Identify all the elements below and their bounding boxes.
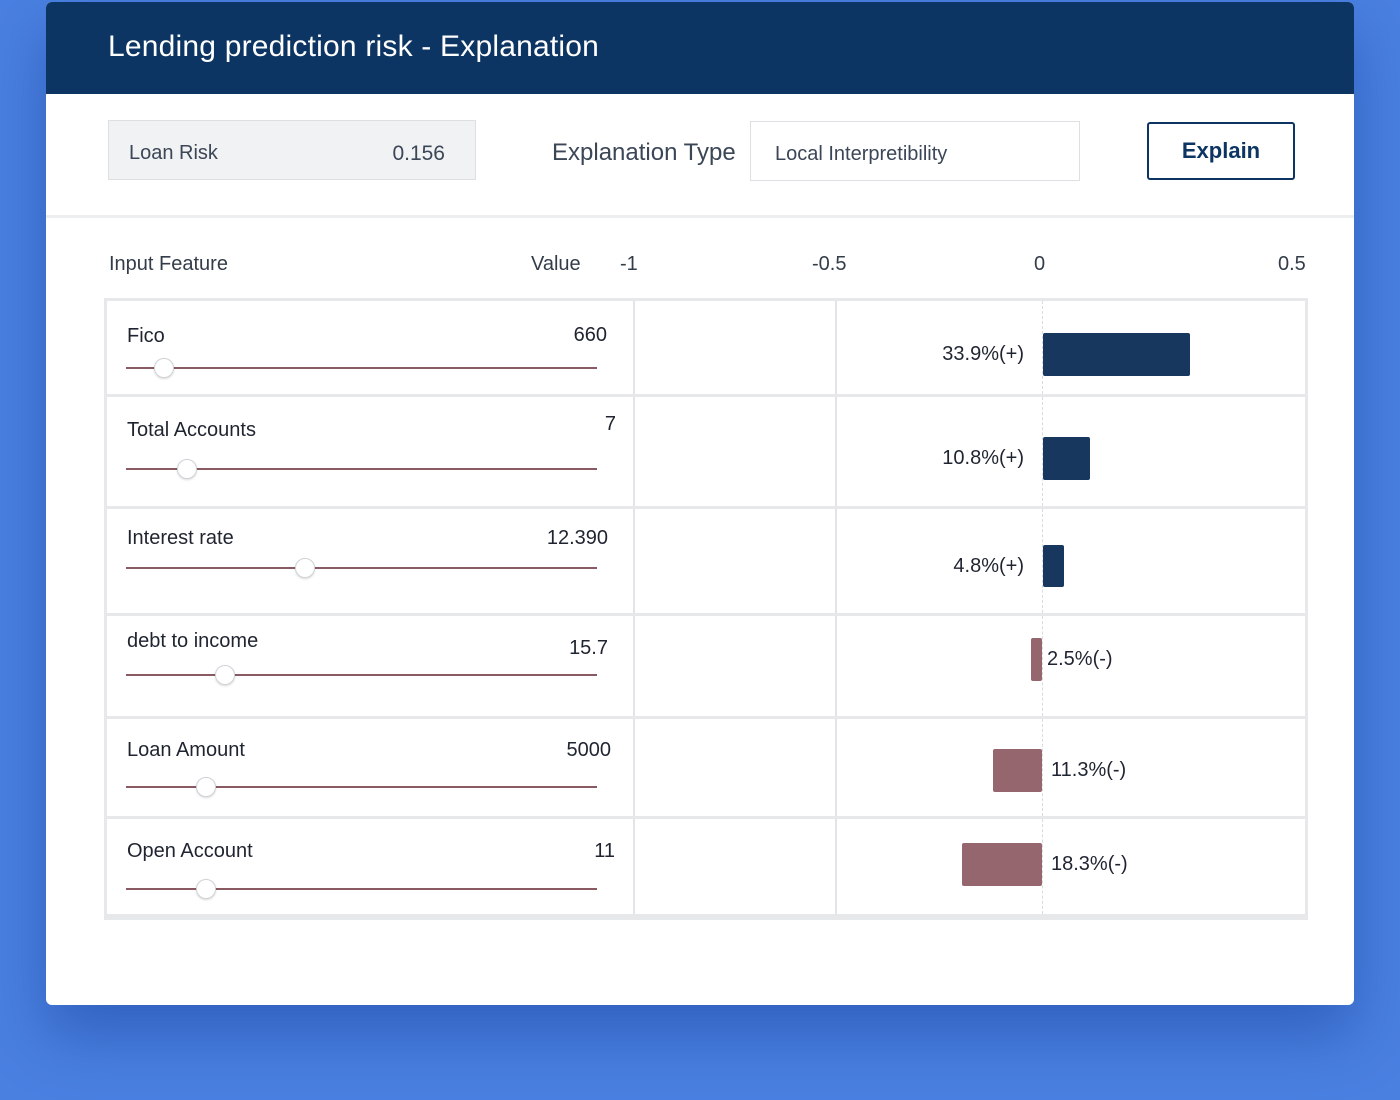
slider-thumb[interactable]: [214, 665, 235, 685]
slider-thumb[interactable]: [196, 777, 217, 797]
feature-name: debt to income: [127, 630, 259, 652]
axis-tick: 0.5: [1278, 253, 1306, 275]
controls-bar: Loan Risk 0.156 Explanation Type Local I…: [46, 94, 1354, 216]
column-divider: [633, 719, 635, 816]
section-divider: [46, 215, 1354, 218]
column-divider: [633, 397, 635, 506]
zero-gridline: [1042, 616, 1043, 716]
loan-risk-field: Loan Risk 0.156: [108, 120, 476, 180]
table-row: Interest rate 12.390 4.8%(+): [107, 509, 1305, 616]
gridline: [835, 819, 837, 914]
table-row: Fico 660 33.9%(+): [107, 301, 1305, 397]
contribution-label: 4.8%(+): [953, 555, 1024, 577]
explain-button[interactable]: Explain: [1147, 122, 1295, 180]
table-row: debt to income 15.7 2.5%(-): [107, 616, 1305, 719]
table-row: Loan Amount 5000 11.3%(-): [107, 719, 1305, 819]
contribution-label: 2.5%(-): [1047, 648, 1113, 670]
gridline: [835, 397, 837, 506]
column-divider: [633, 616, 635, 716]
table-row: Total Accounts 7 10.8%(+): [107, 397, 1305, 509]
feature-name: Total Accounts: [127, 419, 256, 441]
contribution-bar: [962, 843, 1042, 886]
slider-thumb[interactable]: [196, 879, 217, 899]
axis-tick: -1: [620, 253, 638, 275]
feature-slider[interactable]: [126, 674, 597, 676]
axis-tick: -0.5: [812, 253, 847, 275]
page-title: Lending prediction risk - Explanation: [108, 30, 600, 63]
contribution-bar: [992, 749, 1042, 792]
explanation-type-select[interactable]: Local Interpretibility: [750, 121, 1080, 181]
zero-gridline: [1042, 719, 1043, 816]
feature-name: Loan Amount: [127, 739, 245, 761]
feature-table: Fico 660 33.9%(+) Total Accounts 7 10.8%(+) In…: [104, 298, 1308, 920]
feature-name: Open Account: [127, 840, 253, 862]
contribution-bar: [1043, 545, 1064, 587]
column-divider: [633, 819, 635, 914]
feature-value: 12.390: [546, 527, 608, 549]
loan-risk-value: 0.156: [392, 142, 445, 165]
feature-value: 11: [594, 840, 615, 862]
gridline: [835, 509, 837, 613]
contribution-bar: [1043, 437, 1090, 480]
loan-risk-label: Loan Risk: [129, 142, 218, 164]
slider-thumb[interactable]: [153, 358, 174, 378]
feature-value: 660: [573, 324, 607, 346]
header-bar: Lending prediction risk - Explanation: [46, 2, 1354, 94]
contribution-label: 10.8%(+): [942, 447, 1024, 469]
axis-tick: 0: [1034, 253, 1046, 275]
feature-slider[interactable]: [126, 567, 597, 569]
gridline: [835, 616, 837, 716]
contribution-label: 33.9%(+): [942, 343, 1024, 365]
gridline: [835, 719, 837, 816]
column-divider: [633, 509, 635, 613]
table-row: Open Account 11 18.3%(-): [107, 819, 1305, 917]
value-header: Value: [531, 253, 581, 275]
feature-value: 15.7: [569, 637, 608, 659]
feature-slider[interactable]: [126, 367, 597, 369]
input-feature-header: Input Feature: [109, 253, 228, 275]
feature-value: 5000: [566, 739, 612, 761]
column-divider: [633, 301, 635, 394]
contribution-label: 11.3%(-): [1051, 759, 1127, 781]
contribution-bar: [1043, 333, 1191, 376]
feature-value: 7: [604, 413, 616, 435]
zero-gridline: [1042, 819, 1043, 914]
explanation-type-value: Local Interpretibility: [775, 143, 948, 165]
feature-name: Interest rate: [127, 527, 234, 549]
gridline: [835, 301, 837, 394]
explanation-card: Lending prediction risk - Explanation Lo…: [46, 2, 1354, 1005]
explanation-type-label: Explanation Type: [552, 139, 736, 166]
contribution-bar: [1031, 638, 1042, 681]
slider-thumb[interactable]: [177, 459, 198, 479]
slider-thumb[interactable]: [294, 558, 315, 578]
contribution-label: 18.3%(-): [1051, 853, 1128, 875]
feature-name: Fico: [127, 325, 165, 347]
